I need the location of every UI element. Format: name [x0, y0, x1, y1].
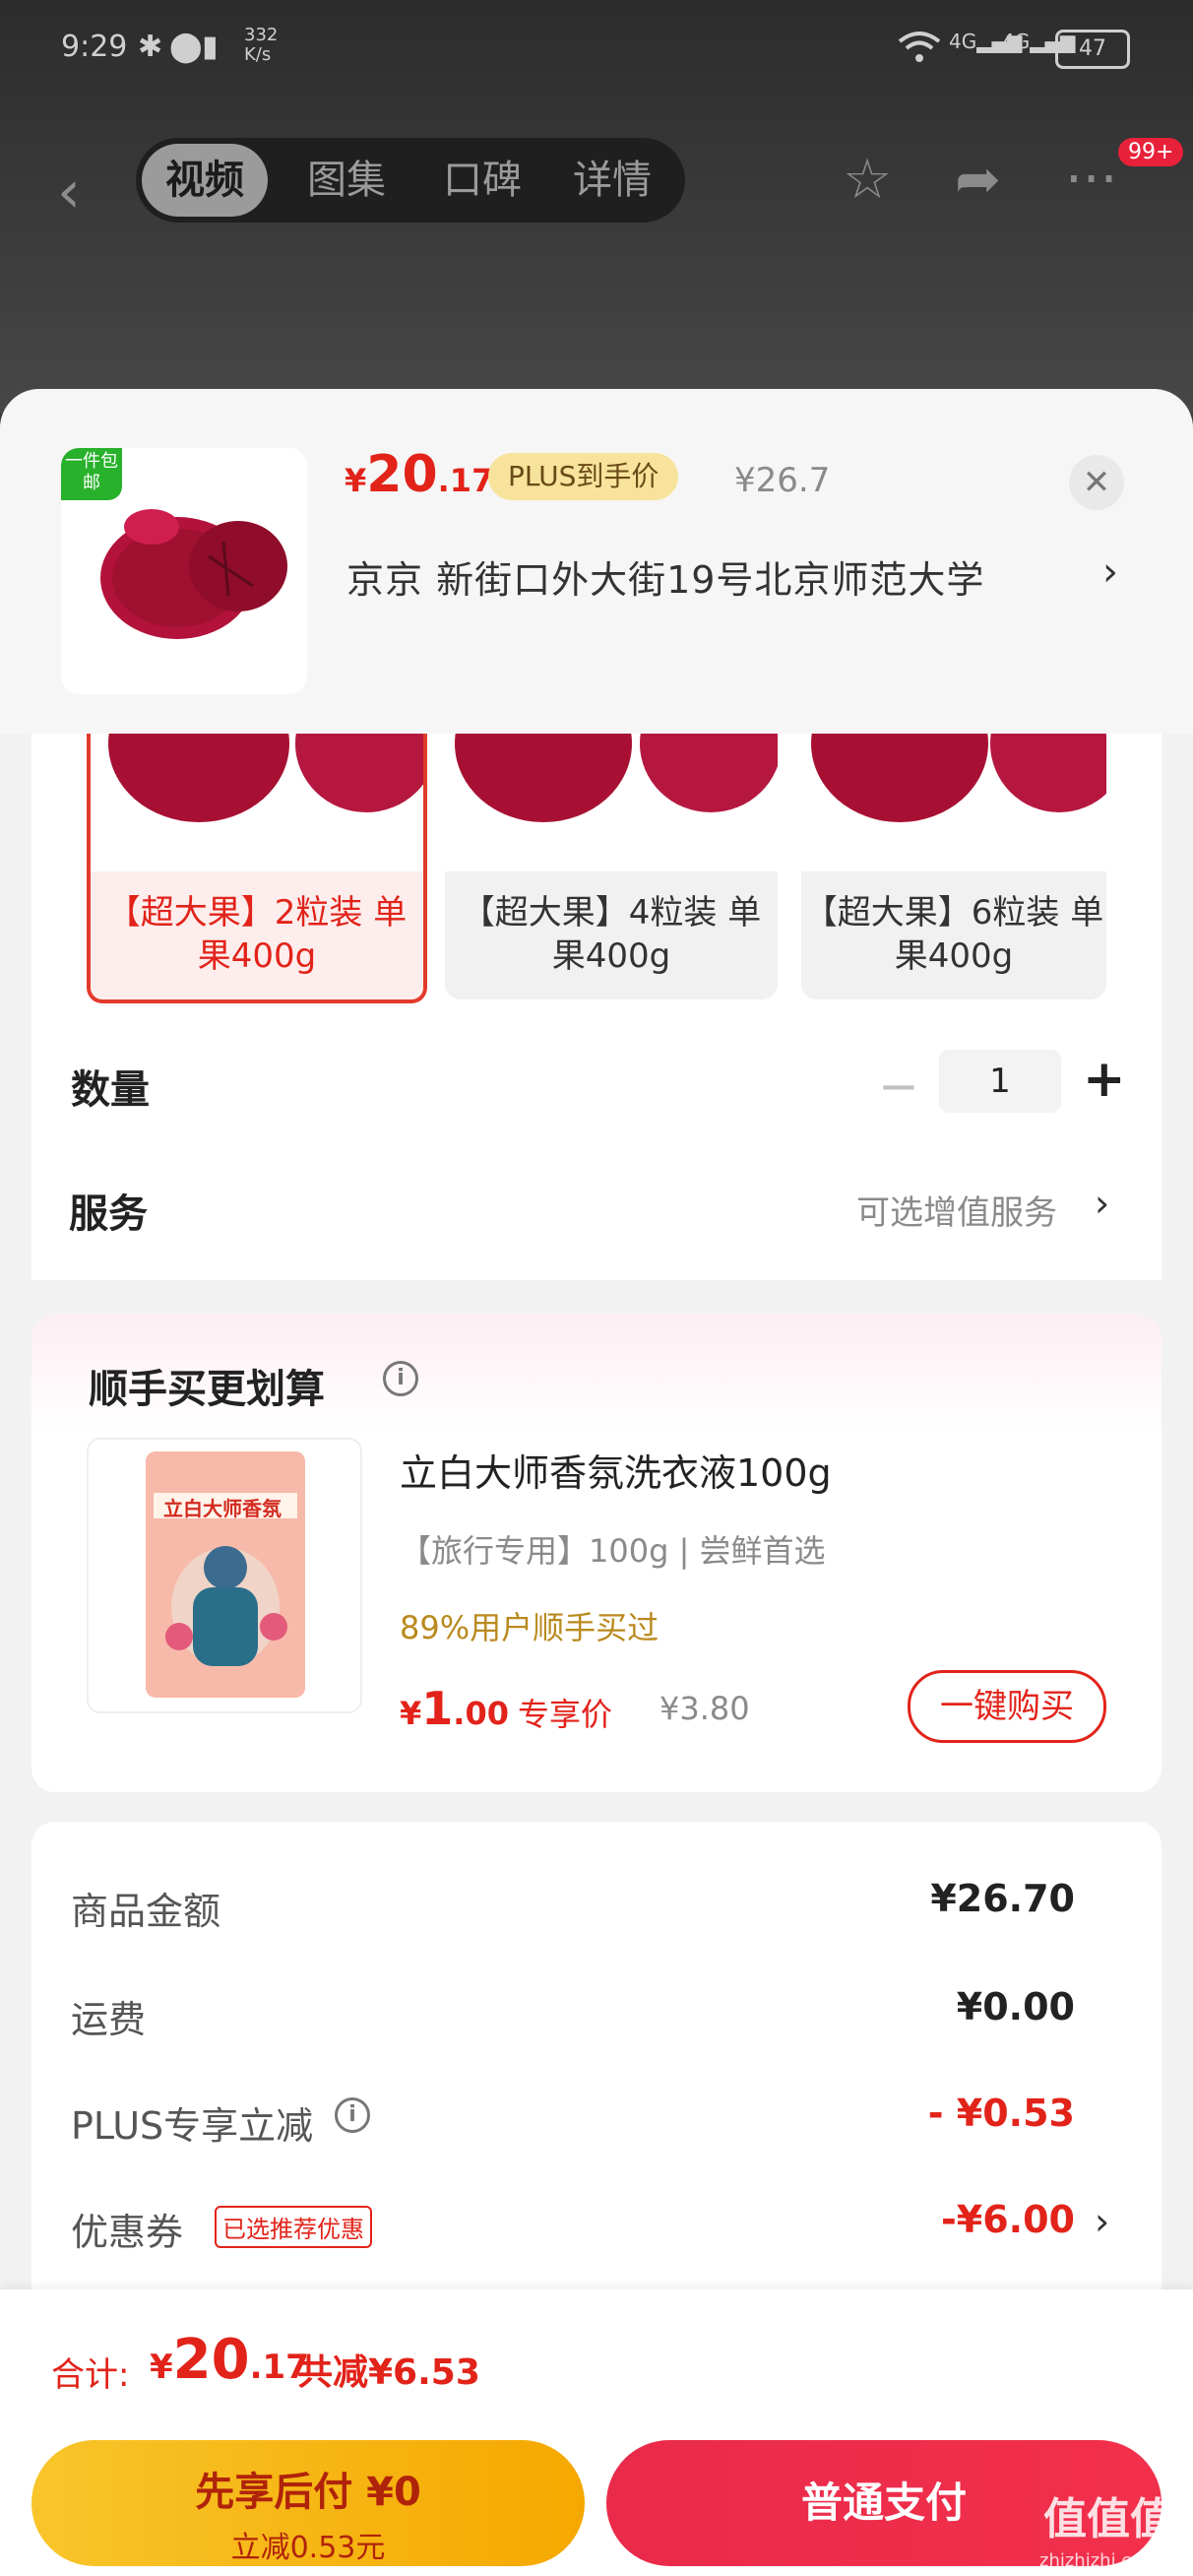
net-speed-unit: K/s — [244, 44, 272, 65]
more-icon[interactable]: ··· — [1065, 148, 1117, 212]
coupon-tag: 已选推荐优惠 — [215, 2206, 372, 2248]
recommendation-name[interactable]: 立白大师香氛洗衣液100g — [400, 1443, 832, 1497]
status-time: 9:29 — [61, 30, 128, 64]
quantity-minus-button[interactable]: − — [878, 1058, 919, 1115]
breakdown-label-coupon: 优惠券 — [71, 2211, 184, 2254]
total-amount: ¥20.17 — [150, 2328, 309, 2392]
recommendation-price: ¥1.00 — [400, 1682, 509, 1735]
tab-video[interactable]: 视频 — [142, 144, 268, 217]
close-button[interactable]: ✕ — [1069, 455, 1124, 510]
wifi-icon — [898, 30, 941, 73]
breakdown-label-shipping: 运费 — [71, 1998, 147, 2041]
breakdown-value-coupon[interactable]: -¥6.00 — [941, 2198, 1075, 2241]
total-savings: 共减¥6.53 — [297, 2352, 480, 2393]
price-symbol: ¥ — [345, 462, 367, 499]
vibrate-icon: ▮ — [202, 30, 219, 64]
location-icon: ⬤ — [169, 30, 203, 64]
recommendation-original-price: ¥3.80 — [659, 1690, 750, 1727]
quantity-label: 数量 — [71, 1067, 150, 1113]
recommendation-title: 顺手买更划算 — [89, 1367, 325, 1412]
breakdown-label-plus: PLUS专享立减 — [71, 2104, 314, 2148]
status-bar: 9:29 ✱ ⬤ ▮ 332 K/s 4G▂▄▆ 4G▂▄▆ 47 — [0, 0, 1193, 98]
bluetooth-icon: ✱ — [138, 30, 163, 64]
spec-image — [801, 734, 1106, 871]
spec-label: 【超大果】2粒装 单果400g — [106, 893, 408, 976]
spec-image — [445, 734, 778, 871]
tab-gallery[interactable]: 图集 — [283, 138, 409, 223]
service-chevron-icon[interactable]: › — [1095, 1182, 1109, 1225]
battery-icon: 47 — [1055, 30, 1130, 69]
service-label: 服务 — [69, 1191, 148, 1237]
exclusive-price-label: 专享价 — [518, 1696, 613, 1733]
watermark-site: zhizhizhi.com — [1039, 2550, 1160, 2571]
delivery-address[interactable]: 京京 新街口外大街19号北京师范大学 — [346, 549, 984, 604]
breakdown-label-goods: 商品金额 — [71, 1890, 221, 1933]
price-integer: 20 — [366, 445, 438, 504]
top-nav: ‹ 视频 图集 口碑 详情 ☆ ➦ ··· 99+ — [0, 128, 1193, 236]
quantity-input[interactable]: 1 — [939, 1050, 1061, 1113]
service-value[interactable]: 可选增值服务 — [856, 1186, 1057, 1234]
breakdown-value-shipping: ¥0.00 — [956, 1985, 1075, 2029]
pay-later-subtitle: 立减0.53元 — [230, 2531, 386, 2565]
favorite-star-icon[interactable]: ☆ — [843, 148, 892, 212]
one-click-buy-button[interactable]: 一键购买 — [908, 1670, 1106, 1743]
media-tabs: 视频 图集 口碑 详情 — [136, 138, 685, 223]
info-icon[interactable]: i — [383, 1361, 418, 1396]
recommendation-subtitle: 【旅行专用】100g | 尝鲜首选 — [400, 1532, 826, 1570]
message-badge: 99+ — [1118, 138, 1184, 166]
breakdown-value-plus: - ¥0.53 — [927, 2092, 1075, 2135]
breakdown-value-goods: ¥26.70 — [930, 1877, 1075, 1920]
pay-later-button[interactable]: 先享后付 ¥0 立减0.53元 — [31, 2440, 585, 2566]
recommendation-popularity: 89%用户顺手买过 — [400, 1609, 659, 1646]
tab-details[interactable]: 详情 — [549, 138, 675, 223]
price-decimal: .00 — [453, 1695, 509, 1732]
total-integer: 20 — [172, 2328, 250, 2392]
original-price: ¥26.7 — [734, 461, 831, 500]
product-price: ¥20.17 — [345, 445, 493, 504]
spec-label: 【超大果】4粒装 单果400g — [461, 893, 762, 976]
pay-later-title: 先享后付 ¥0 — [195, 2470, 421, 2515]
quantity-plus-button[interactable]: + — [1083, 1050, 1126, 1109]
recommendation-image: 立白大师香氛 — [87, 1438, 362, 1713]
net-speed: 332 K/s — [244, 26, 278, 65]
total-label: 合计: — [51, 2355, 130, 2395]
plus-info-icon[interactable]: i — [335, 2097, 370, 2133]
spec-image — [91, 734, 423, 871]
spec-option-2[interactable]: 【超大果】4粒装 单果400g — [445, 734, 778, 999]
coupon-chevron-icon[interactable]: › — [1095, 2200, 1109, 2243]
price-symbol: ¥ — [400, 1695, 422, 1732]
watermark-logo: 值值值 — [1043, 2494, 1173, 2544]
plus-price-tag: PLUS到手价 — [488, 453, 679, 500]
spec-label: 【超大果】6粒装 单果400g — [803, 893, 1104, 976]
share-icon[interactable]: ➦ — [955, 148, 1001, 212]
price-integer: 1 — [421, 1682, 454, 1735]
price-decimal: .17 — [437, 462, 494, 499]
tab-reviews[interactable]: 口碑 — [419, 138, 545, 223]
spec-option-3[interactable]: 【超大果】6粒装 单果400g — [801, 734, 1106, 999]
net-speed-value: 332 — [244, 25, 279, 45]
total-symbol: ¥ — [150, 2348, 173, 2387]
package-brand: 立白大师香氛 — [163, 1497, 282, 1520]
free-shipping-tag: 一件包邮 — [61, 448, 122, 500]
address-chevron-icon[interactable]: › — [1102, 549, 1118, 595]
back-icon[interactable]: ‹ — [57, 158, 81, 226]
spec-option-1[interactable]: 【超大果】2粒装 单果400g — [87, 734, 427, 1003]
